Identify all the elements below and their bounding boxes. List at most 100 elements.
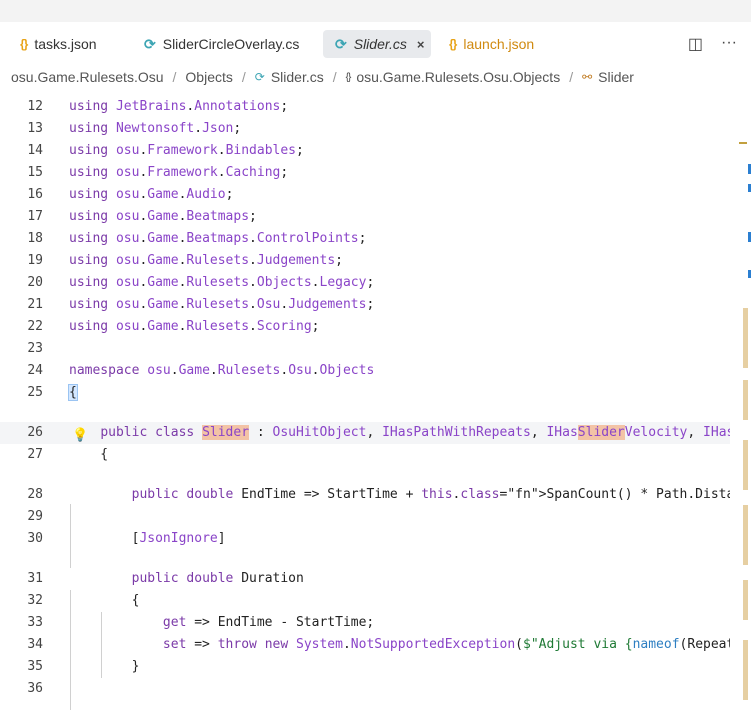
code-line[interactable]: 17 using osu.Game.Beatmaps; (0, 206, 730, 228)
code-line[interactable]: 27 { (0, 444, 730, 466)
overview-marker (743, 580, 748, 620)
code-text: using osu.Framework.Caching; (69, 165, 289, 180)
code-line[interactable]: 32 { (0, 590, 730, 612)
line-number: 26 (27, 425, 43, 440)
line-number: 20 (27, 275, 43, 290)
code-text: using osu.Game.Beatmaps; (69, 209, 257, 224)
code-editor[interactable]: 12 using JetBrains.Annotations; 13 using Ne… (0, 96, 730, 710)
line-number: 34 (27, 637, 43, 652)
editor-window: {} tasks.json ⟳ SliderCircleOverlay.cs ⟳… (0, 22, 751, 710)
line-number: 28 (27, 487, 43, 502)
line-number: 19 (27, 253, 43, 268)
tab-label: tasks.json (34, 36, 97, 52)
code-line[interactable]: 12 using JetBrains.Annotations; (0, 96, 730, 118)
overview-marker (743, 640, 748, 700)
line-number: 33 (27, 615, 43, 630)
code-text: { (68, 384, 78, 401)
code-text: using Newtonsoft.Json; (69, 121, 242, 136)
code-line[interactable]: 22 using osu.Game.Rulesets.Scoring; (0, 316, 730, 338)
code-line[interactable]: 34 set => throw new System.NotSupportedE… (0, 634, 730, 656)
tab-bar: {} tasks.json ⟳ SliderCircleOverlay.cs ⟳… (0, 22, 751, 64)
overview-ruler[interactable] (731, 140, 751, 710)
tab-label: SliderCircleOverlay.cs (162, 36, 300, 52)
indent-guide (70, 590, 71, 710)
class-icon: ⚯ (582, 70, 593, 84)
tab-launch-json[interactable]: {} launch.json (443, 30, 540, 58)
breadcrumb-item[interactable]: Slider (598, 69, 634, 85)
more-actions-icon[interactable]: ··· (721, 34, 737, 54)
code-text: get => EndTime - StartTime; (162, 615, 375, 630)
code-line[interactable]: 26 💡 public class Slider : OsuHitObject, … (0, 422, 730, 444)
line-number: 14 (27, 143, 43, 158)
csharp-file-icon: ⟳ (335, 35, 347, 52)
indent-guide (70, 504, 71, 568)
code-line[interactable]: 23 (0, 338, 730, 360)
breadcrumb-separator: / (172, 69, 177, 85)
overview-marker (743, 505, 748, 565)
line-number: 23 (27, 341, 43, 356)
code-line[interactable]: 35 } (0, 656, 730, 678)
code-text: namespace osu.Game.Rulesets.Osu.Objects (69, 363, 375, 378)
overview-marker (743, 308, 748, 368)
code-text: using osu.Game.Rulesets.Judgements; (69, 253, 343, 268)
code-text: } (69, 659, 140, 674)
tab-slider-cs[interactable]: ⟳ Slider.cs × (323, 30, 431, 58)
code-line[interactable]: 21 using osu.Game.Rulesets.Osu.Judgements… (0, 294, 730, 316)
code-line[interactable]: 25 { (0, 382, 730, 404)
namespace-icon: {} (345, 71, 352, 83)
tab-tasks-json[interactable]: {} tasks.json (14, 30, 103, 58)
line-number: 30 (27, 531, 43, 546)
code-text: public double EndTime => StartTime + thi… (131, 487, 730, 502)
code-text: public class Slider : OsuHitObject, IHas… (100, 425, 730, 440)
tab-label: launch.json (463, 36, 535, 52)
indent-guide (101, 612, 102, 678)
line-number: 15 (27, 165, 43, 180)
breadcrumb: osu.Game.Rulesets.Osu / Objects / ⟳ Slid… (11, 67, 634, 87)
line-number: 18 (27, 231, 43, 246)
line-number: 12 (27, 99, 43, 114)
overview-marker (739, 142, 747, 144)
code-line[interactable]: 19 using osu.Game.Rulesets.Judgements; (0, 250, 730, 272)
code-line[interactable]: 20 using osu.Game.Rulesets.Objects.Legacy… (0, 272, 730, 294)
code-line[interactable]: 36 (0, 678, 730, 700)
overview-marker (743, 380, 748, 420)
tab-slider-circle-overlay[interactable]: ⟳ SliderCircleOverlay.cs (138, 30, 305, 58)
line-number: 16 (27, 187, 43, 202)
code-text: { (69, 593, 140, 608)
code-line[interactable]: 15 using osu.Framework.Caching; (0, 162, 730, 184)
code-text: public double Duration (131, 571, 304, 586)
close-icon[interactable]: × (417, 37, 425, 52)
line-number: 36 (27, 681, 43, 696)
line-number: 13 (27, 121, 43, 136)
line-number: 27 (27, 447, 43, 462)
code-text: using osu.Game.Rulesets.Objects.Legacy; (69, 275, 375, 290)
breadcrumb-item[interactable]: Slider.cs (271, 69, 324, 85)
tab-label: Slider.cs (353, 36, 407, 52)
code-line[interactable]: 14 using osu.Framework.Bindables; (0, 140, 730, 162)
code-text: using osu.Game.Beatmaps.ControlPoints; (69, 231, 367, 246)
split-editor-icon[interactable]: ◫ (688, 34, 703, 54)
code-line[interactable]: 16 using osu.Game.Audio; (0, 184, 730, 206)
line-number: 31 (27, 571, 43, 586)
json-file-icon: {} (20, 37, 28, 51)
breadcrumb-separator: / (241, 69, 246, 85)
code-text: using osu.Game.Audio; (69, 187, 234, 202)
code-line[interactable]: 28 public double EndTime => StartTime + … (0, 484, 730, 506)
code-line[interactable]: 33 get => EndTime - StartTime; (0, 612, 730, 634)
overview-marker (743, 440, 748, 490)
breadcrumb-item[interactable]: osu.Game.Rulesets.Osu.Objects (356, 69, 560, 85)
code-line[interactable]: 24 namespace osu.Game.Rulesets.Osu.Object… (0, 360, 730, 382)
code-line[interactable]: 13 using Newtonsoft.Json; (0, 118, 730, 140)
breadcrumb-item[interactable]: Objects (185, 69, 232, 85)
code-line[interactable]: 18 using osu.Game.Beatmaps.ControlPoints; (0, 228, 730, 250)
csharp-file-icon: ⟳ (144, 35, 156, 52)
breadcrumb-separator: / (569, 69, 574, 85)
code-line[interactable]: 30 [JsonIgnore] (0, 528, 730, 550)
code-line[interactable]: 31 public double Duration (0, 568, 730, 590)
breadcrumb-item[interactable]: osu.Game.Rulesets.Osu (11, 69, 164, 85)
code-text: using osu.Game.Rulesets.Osu.Judgements; (69, 297, 375, 312)
line-number: 32 (27, 593, 43, 608)
code-line[interactable]: 29 (0, 506, 730, 528)
line-number: 35 (27, 659, 43, 674)
code-text: { (69, 447, 109, 462)
